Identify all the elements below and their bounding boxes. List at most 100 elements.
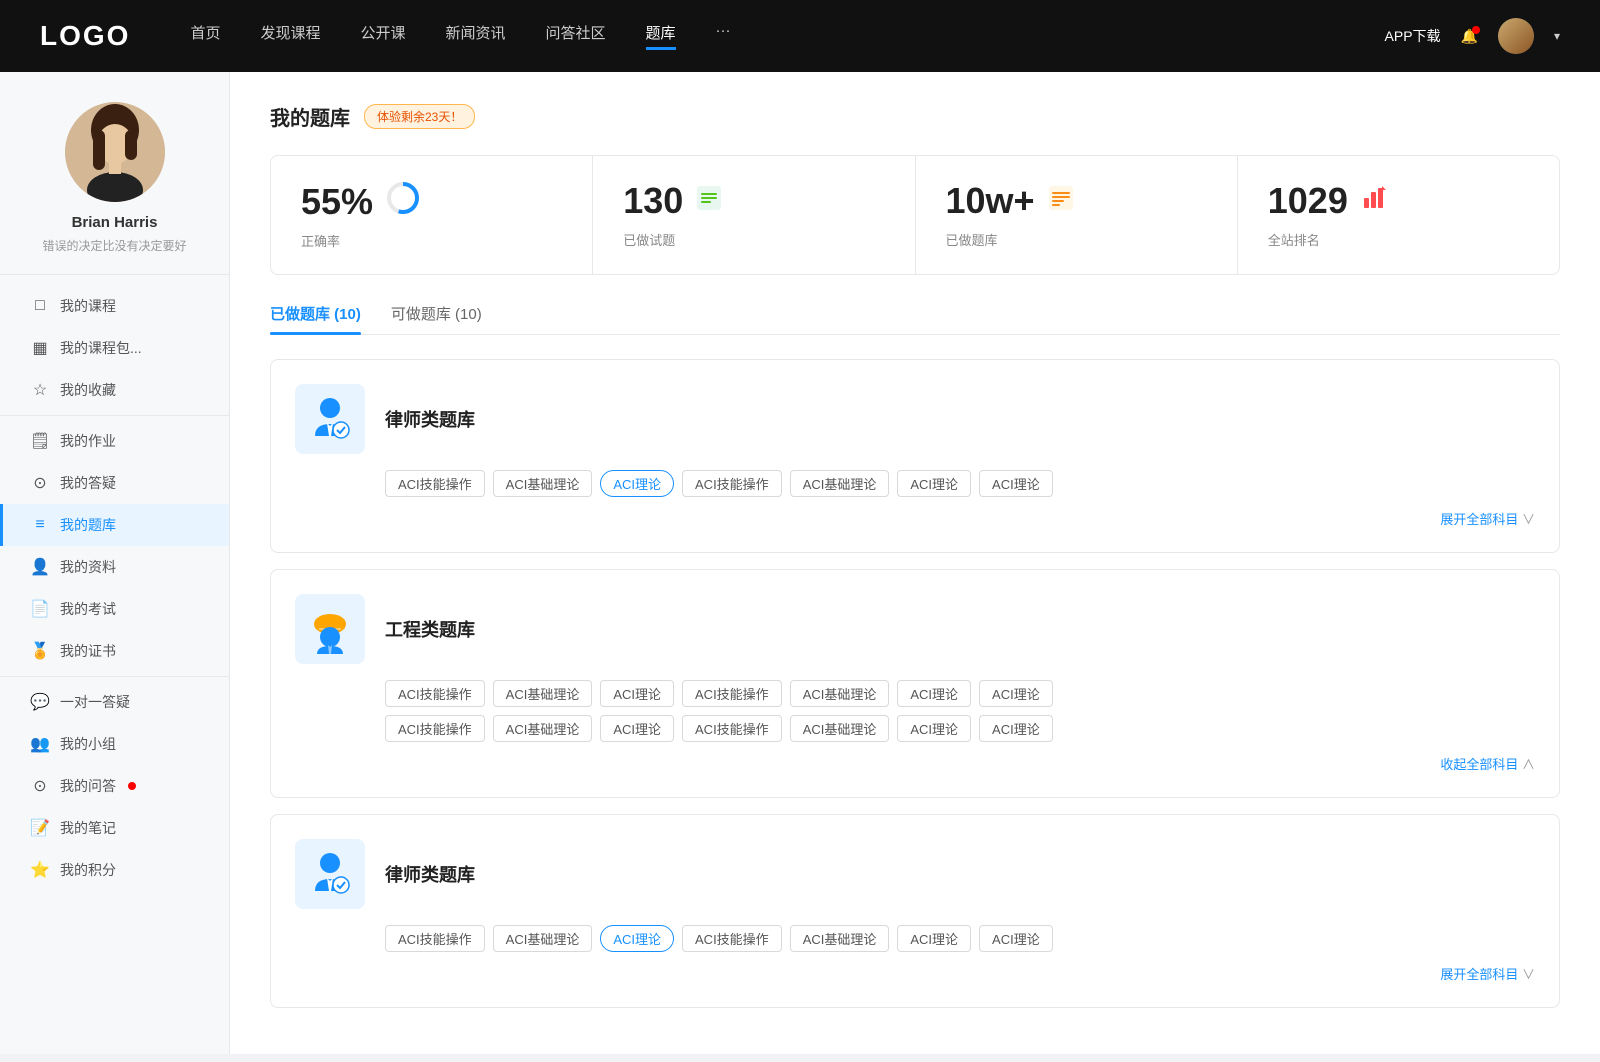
eng-tag2-3[interactable]: ACI技能操作 — [682, 715, 782, 742]
profile-avatar — [65, 102, 165, 202]
l2-tag-6[interactable]: ACI理论 — [979, 925, 1053, 952]
stat-questions-done: 130 已做试题 — [593, 156, 915, 274]
qbank-header-lawyer-2: 律师类题库 — [295, 839, 1535, 909]
sidebar-item-one-on-one[interactable]: 💬 一对一答疑 — [0, 681, 229, 723]
stat-rank-value: 1029 — [1268, 180, 1348, 222]
nav-news[interactable]: 新闻资讯 — [446, 22, 506, 50]
qbank-title-lawyer-2: 律师类题库 — [385, 861, 475, 887]
lawyer-2-icon — [305, 849, 355, 899]
sidebar: Brian Harris 错误的决定比没有决定要好 □ 我的课程 ▦ 我的课程包… — [0, 72, 230, 1054]
l2-tag-3[interactable]: ACI技能操作 — [682, 925, 782, 952]
eng-tag2-1[interactable]: ACI基础理论 — [493, 715, 593, 742]
notification-dot — [1472, 26, 1480, 34]
eng-tag2-6[interactable]: ACI理论 — [979, 715, 1053, 742]
eng-tag-1[interactable]: ACI基础理论 — [493, 680, 593, 707]
nav-qbank[interactable]: 题库 — [646, 22, 676, 50]
eng-tag-2[interactable]: ACI理论 — [600, 680, 674, 707]
qbank-lawyer-icon-wrap — [295, 384, 365, 454]
l2-tag-1[interactable]: ACI基础理论 — [493, 925, 593, 952]
stat-questions-done-label: 已做试题 — [623, 230, 884, 249]
tag-4[interactable]: ACI基础理论 — [790, 470, 890, 497]
stat-banks-done-label: 已做题库 — [946, 230, 1207, 249]
tab-available-banks[interactable]: 可做题库 (10) — [391, 303, 482, 334]
eng-tag-5[interactable]: ACI理论 — [897, 680, 971, 707]
qbank-lawyer-2-icon-wrap — [295, 839, 365, 909]
avatar-image — [1498, 18, 1534, 54]
qbank-engineer-icon-wrap — [295, 594, 365, 664]
sidebar-item-groups[interactable]: 👥 我的小组 — [0, 723, 229, 765]
qbank-tags-lawyer-1: ACI技能操作 ACI基础理论 ACI理论 ACI技能操作 ACI基础理论 AC… — [295, 470, 1535, 497]
main-content: 我的题库 体验剩余23天！ 55% 正确率 130 — [230, 72, 1600, 1054]
courses-icon: □ — [30, 297, 50, 315]
logo: LOGO — [40, 20, 130, 52]
nav-menu: 首页 发现课程 公开课 新闻资讯 问答社区 题库 ··· — [190, 22, 1384, 50]
tag-0[interactable]: ACI技能操作 — [385, 470, 485, 497]
expand-link-engineer[interactable]: 收起全部科目 ∧ — [295, 750, 1535, 773]
eng-tag-4[interactable]: ACI基础理论 — [790, 680, 890, 707]
nav-home[interactable]: 首页 — [190, 22, 220, 50]
sidebar-item-courses[interactable]: □ 我的课程 — [0, 285, 229, 327]
sidebar-item-profile[interactable]: 👤 我的资料 — [0, 546, 229, 588]
qbank-title-lawyer-1: 律师类题库 — [385, 406, 475, 432]
profile-icon: 👤 — [30, 557, 50, 577]
stat-banks-done: 10w+ 已做题库 — [916, 156, 1238, 274]
qbank-tags-engineer-row1: ACI技能操作 ACI基础理论 ACI理论 ACI技能操作 ACI基础理论 AC… — [295, 680, 1535, 707]
app-download-button[interactable]: APP下载 — [1385, 26, 1441, 46]
tag-5[interactable]: ACI理论 — [897, 470, 971, 497]
qbank-card-engineer: 工程类题库 ACI技能操作 ACI基础理论 ACI理论 ACI技能操作 ACI基… — [270, 569, 1560, 798]
sidebar-item-points[interactable]: ⭐ 我的积分 — [0, 849, 229, 891]
stat-rank-label: 全站排名 — [1268, 230, 1529, 249]
sidebar-item-qbank[interactable]: ≡ 我的题库 — [0, 504, 229, 546]
l2-tag-2-active[interactable]: ACI理论 — [600, 925, 674, 952]
sidebar-item-homework[interactable]: 🗒 我的作业 — [0, 420, 229, 462]
profile-name: Brian Harris — [72, 214, 158, 231]
eng-tag2-5[interactable]: ACI理论 — [897, 715, 971, 742]
l2-tag-5[interactable]: ACI理论 — [897, 925, 971, 952]
stat-rank-top: 1029 — [1268, 180, 1529, 222]
profile-motto: 错误的决定比没有决定要好 — [22, 237, 206, 254]
nav-opencourse[interactable]: 公开课 — [360, 22, 405, 50]
sidebar-item-course-packages[interactable]: ▦ 我的课程包... — [0, 327, 229, 369]
eng-tag2-0[interactable]: ACI技能操作 — [385, 715, 485, 742]
nav-discover[interactable]: 发现课程 — [260, 22, 320, 50]
qbank-header-engineer: 工程类题库 — [295, 594, 1535, 664]
stat-banks-done-top: 10w+ — [946, 180, 1207, 222]
stat-banks-value: 10w+ — [946, 180, 1035, 222]
avatar-dropdown-arrow[interactable]: ▾ — [1554, 29, 1560, 43]
groups-icon: 👥 — [30, 734, 50, 754]
tabs-row: 已做题库 (10) 可做题库 (10) — [270, 303, 1560, 335]
eng-tag-6[interactable]: ACI理论 — [979, 680, 1053, 707]
qbank-card-lawyer-1: 律师类题库 ACI技能操作 ACI基础理论 ACI理论 ACI技能操作 ACI基… — [270, 359, 1560, 553]
tag-3[interactable]: ACI技能操作 — [682, 470, 782, 497]
sidebar-item-my-qa[interactable]: ⊙ 我的问答 — [0, 765, 229, 807]
sidebar-item-exams[interactable]: 📄 我的考试 — [0, 588, 229, 630]
l2-tag-4[interactable]: ACI基础理论 — [790, 925, 890, 952]
main-layout: Brian Harris 错误的决定比没有决定要好 □ 我的课程 ▦ 我的课程包… — [0, 72, 1600, 1054]
eng-tag-3[interactable]: ACI技能操作 — [682, 680, 782, 707]
notification-bell[interactable]: 🔔 — [1461, 28, 1478, 45]
stat-accuracy-value: 55% — [301, 181, 373, 223]
sidebar-item-qa-answer[interactable]: ⊙ 我的答疑 — [0, 462, 229, 504]
expand-link-lawyer-1[interactable]: 展开全部科目 ∨ — [295, 505, 1535, 528]
sidebar-item-favorites[interactable]: ☆ 我的收藏 — [0, 369, 229, 411]
sidebar-item-notes[interactable]: 📝 我的笔记 — [0, 807, 229, 849]
sidebar-item-certificates[interactable]: 🏅 我的证书 — [0, 630, 229, 672]
separator-2 — [0, 676, 229, 677]
eng-tag2-4[interactable]: ACI基础理论 — [790, 715, 890, 742]
notes-icon: 📝 — [30, 818, 50, 838]
avatar[interactable] — [1498, 18, 1534, 54]
one-on-one-icon: 💬 — [30, 692, 50, 712]
nav-more[interactable]: ··· — [716, 22, 731, 50]
tag-1[interactable]: ACI基础理论 — [493, 470, 593, 497]
l2-tag-0[interactable]: ACI技能操作 — [385, 925, 485, 952]
tag-6[interactable]: ACI理论 — [979, 470, 1053, 497]
sidebar-profile: Brian Harris 错误的决定比没有决定要好 — [0, 102, 229, 275]
eng-tag2-2[interactable]: ACI理论 — [600, 715, 674, 742]
nav-qa[interactable]: 问答社区 — [546, 22, 606, 50]
my-qa-icon: ⊙ — [30, 776, 50, 796]
engineer-icon — [305, 604, 355, 654]
tag-2-active[interactable]: ACI理论 — [600, 470, 674, 497]
tab-done-banks[interactable]: 已做题库 (10) — [270, 303, 361, 334]
expand-link-lawyer-2[interactable]: 展开全部科目 ∨ — [295, 960, 1535, 983]
eng-tag-0[interactable]: ACI技能操作 — [385, 680, 485, 707]
